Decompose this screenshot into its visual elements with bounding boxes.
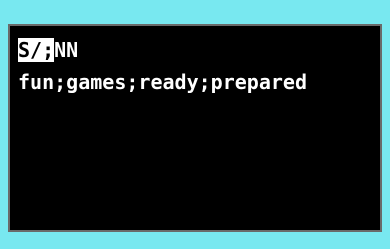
app-window: S/;NN fun;games;ready;prepared	[0, 0, 390, 249]
command-text: NN	[54, 38, 79, 62]
selected-text[interactable]: S/;	[18, 38, 55, 62]
command-line[interactable]: S/;NN	[18, 38, 78, 62]
terminal-screen[interactable]: S/;NN fun;games;ready;prepared	[8, 24, 382, 232]
output-line: fun;games;ready;prepared	[18, 70, 307, 94]
